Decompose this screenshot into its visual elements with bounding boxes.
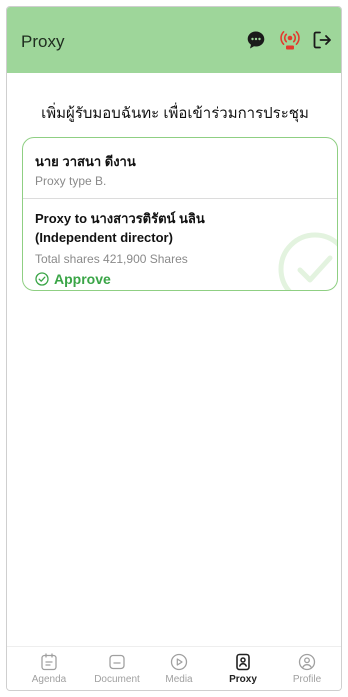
nav-profile[interactable]: Profile <box>277 652 337 685</box>
nav-document[interactable]: Document <box>87 652 147 685</box>
card-divider <box>23 198 337 199</box>
grantor-name: นาย วาสนา ดีงาน <box>35 154 136 169</box>
nav-document-label: Document <box>94 674 140 685</box>
nav-agenda[interactable]: Agenda <box>19 652 79 685</box>
bottom-nav: Agenda Document Media Proxy Profile <box>7 646 341 690</box>
live-broadcast-icon[interactable] <box>278 29 300 51</box>
nav-media[interactable]: Media <box>149 652 209 685</box>
logout-icon[interactable] <box>311 29 333 51</box>
media-play-icon <box>170 653 188 671</box>
check-circle-icon <box>35 272 49 286</box>
total-shares: Total shares 421,900 Shares <box>35 252 188 266</box>
chat-icon[interactable] <box>245 29 267 51</box>
proxy-role: (Independent director) <box>35 230 173 245</box>
page-title: Proxy <box>21 32 65 51</box>
status-label: Approve <box>54 271 111 287</box>
content-sheet: เพิ่มผู้รับมอบฉันทะ เพื่อเข้าร่วมการประช… <box>7 77 341 647</box>
section-heading: เพิ่มผู้รับมอบฉันทะ เพื่อเข้าร่วมการประช… <box>41 105 309 122</box>
nav-proxy-label: Proxy <box>229 674 257 685</box>
nav-profile-label: Profile <box>292 674 322 685</box>
top-actions <box>245 29 333 51</box>
agenda-icon <box>41 653 57 671</box>
document-icon <box>109 654 125 670</box>
approved-watermark-icon <box>278 232 337 290</box>
nav-proxy[interactable]: Proxy <box>213 652 273 685</box>
proxy-type: Proxy type B. <box>35 174 107 188</box>
nav-agenda-label: Agenda <box>31 674 67 685</box>
profile-icon <box>298 653 316 671</box>
app-frame: Proxy เพิ่มผู้รับมอบฉันทะ เพื่อเข้าร่วมก… <box>6 6 342 691</box>
nav-media-label: Media <box>165 674 193 685</box>
proxy-card[interactable]: นาย วาสนา ดีงาน Proxy type B. Proxy to น… <box>22 137 338 291</box>
proxy-recipient: Proxy to นางสาวรติรัตน์ นลิน <box>35 211 205 226</box>
top-bar: Proxy <box>7 7 341 73</box>
proxy-icon <box>236 653 250 671</box>
status-badge: Approve <box>35 271 111 287</box>
